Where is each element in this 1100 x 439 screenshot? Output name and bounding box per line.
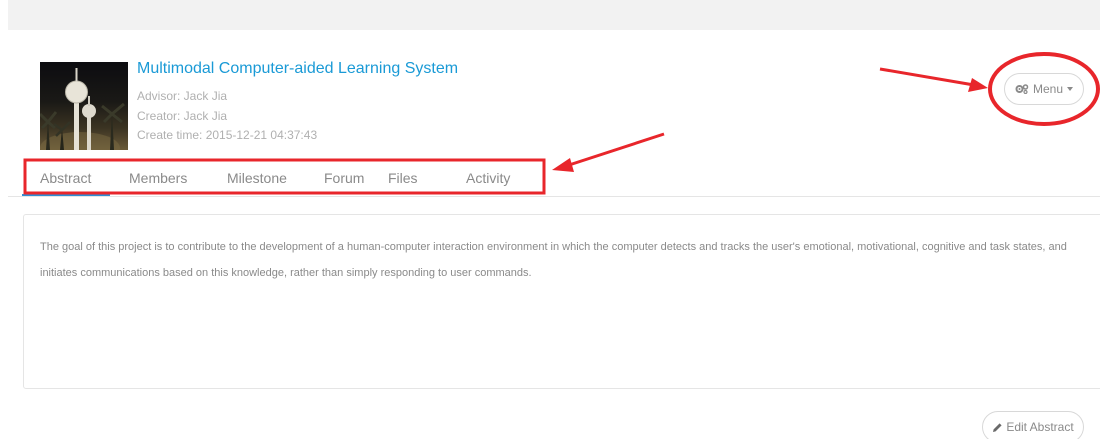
menu-label: Menu: [1032, 82, 1064, 96]
advisor-label: Advisor: Jack Jia: [137, 89, 228, 103]
tab-bar: Abstract Members Milestone Forum Files A…: [0, 160, 1100, 196]
tab-milestone[interactable]: Milestone: [227, 170, 287, 186]
menu-arrow-head: [968, 78, 988, 92]
top-bar: [8, 0, 1100, 30]
abstract-text: The goal of this project is to contribut…: [40, 241, 1067, 279]
edit-abstract-button[interactable]: Edit Abstract: [982, 411, 1084, 439]
menu-pointer-arrow-line: [879, 67, 975, 87]
project-thumbnail: [40, 62, 128, 150]
tab-files[interactable]: Files: [388, 170, 418, 186]
abstract-panel: The goal of this project is to contribut…: [23, 214, 1100, 389]
tab-activity[interactable]: Activity: [466, 170, 510, 186]
tab-members[interactable]: Members: [129, 170, 187, 186]
menu-button[interactable]: Menu: [1004, 73, 1084, 105]
chevron-down-icon: [1067, 87, 1074, 91]
tab-divider: [8, 196, 1100, 197]
project-title-link[interactable]: Multimodal Computer-aided Learning Syste…: [137, 60, 458, 78]
night-towers-photo: [40, 68, 125, 150]
create-time-label: Create time: 2015-12-21 04:37:43: [137, 128, 318, 142]
creator-label: Creator: Jack Jia: [137, 109, 228, 123]
edit-abstract-label: Edit Abstract: [1006, 420, 1074, 434]
tab-forum[interactable]: Forum: [324, 170, 364, 186]
gears-icon: [1015, 84, 1029, 94]
tab-abstract[interactable]: Abstract: [40, 170, 91, 186]
pencil-icon: [993, 422, 1002, 432]
